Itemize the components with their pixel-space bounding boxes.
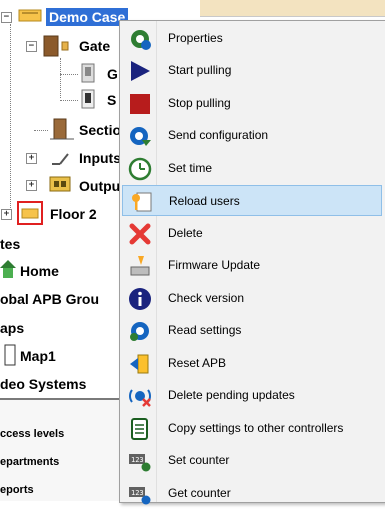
menu-item-label: Read settings [168,323,242,337]
menu-item-check-version[interactable]: Check version [122,283,382,314]
copy-doc-icon [131,418,148,440]
counter-get-icon: 123 [129,487,151,505]
menu-item-delete[interactable]: Delete [122,218,382,249]
gear-read-icon [130,322,149,341]
tree-line [60,100,78,101]
menu-item-label: Properties [168,31,223,45]
firmware-icon [130,256,150,276]
tree-item-floor-2[interactable]: Floor 2 [50,206,97,222]
menu-item-reset-apb[interactable]: Reset APB [122,348,382,379]
tree-item-sections[interactable]: Sectio [79,122,121,138]
menu-item-read-settings[interactable]: Read settings [122,315,382,346]
menu-item-stop-pulling[interactable]: Stop pulling [122,88,382,119]
menu-item-delete-pending-updates[interactable]: Delete pending updates [122,380,382,411]
menu-item-label: Delete [168,226,203,240]
menu-item-label: Reset APB [168,356,227,370]
tree-item-map1[interactable]: Map1 [20,348,56,364]
home-icon [0,260,16,278]
floor-plan-icon [18,9,42,22]
menu-item-label: Get counter [168,486,231,500]
tree-line [10,24,11,214]
info-icon [129,288,151,310]
reader-icon [81,63,95,83]
menu-item-start-pulling[interactable]: Start pulling [122,55,382,86]
navigation-pane: ccess levels epartments eports [0,400,120,501]
nav-access-levels[interactable]: ccess levels [0,428,64,440]
menu-item-firmware-update[interactable]: Firmware Update [122,250,382,281]
menu-item-label: Delete pending updates [168,388,295,402]
svg-text:123: 123 [131,456,144,464]
reader-icon [81,89,95,109]
tree-item-inputs[interactable]: Inputs [79,150,121,166]
menu-item-properties[interactable]: Properties [122,23,382,54]
section-sites: tes [0,236,21,252]
collapse-toggle[interactable]: − [1,12,12,23]
menu-item-label: Check version [168,291,245,305]
expand-toggle[interactable]: + [1,209,12,220]
stop-icon [130,94,150,114]
tree-item-home[interactable]: Home [20,263,59,279]
play-icon [131,61,150,81]
gear-send-icon [130,127,151,146]
section-door-icon [50,118,74,140]
menu-item-label: Set counter [168,453,230,467]
nav-reports[interactable]: eports [0,484,34,496]
menu-item-set-counter[interactable]: 123 Set counter [122,445,382,476]
menu-item-label: Set time [168,161,213,175]
menu-item-label: Reload users [169,194,240,208]
nav-departments[interactable]: epartments [0,456,59,468]
expand-toggle[interactable]: + [26,153,37,164]
floor-plan-icon [17,201,43,225]
key-card-icon [132,192,152,212]
collapse-toggle[interactable]: − [26,41,37,52]
menu-item-set-time[interactable]: Set time [122,153,382,184]
counter-set-icon: 123 [129,454,151,472]
tree-line [60,74,78,75]
tree-line [34,130,48,131]
tree-root-demo-case[interactable]: Demo Case [46,8,129,26]
input-switch-icon [52,153,69,165]
tree-item-gate[interactable]: Gate [79,38,110,54]
output-relay-icon [49,176,71,192]
svg-text:123: 123 [131,489,144,497]
menu-item-label: Firmware Update [168,258,261,272]
clock-icon [128,157,152,181]
tree-item-gate-child-2[interactable]: S [107,92,116,108]
expand-toggle[interactable]: + [26,180,37,191]
map-icon [4,344,16,366]
menu-item-get-counter[interactable]: 123 Get counter [122,478,382,509]
menu-item-label: Copy settings to other controllers [168,421,344,435]
menu-item-send-configuration[interactable]: Send configuration [122,120,382,151]
menu-item-copy-settings[interactable]: Copy settings to other controllers [122,413,382,444]
section-maps: aps [0,320,25,336]
tree-item-gate-child-1[interactable]: G [107,66,118,82]
background-grid-header [200,0,385,17]
pending-delete-icon [129,389,151,407]
section-global-apb[interactable]: obal APB Grou [0,291,99,307]
menu-item-label: Start pulling [168,63,232,77]
menu-item-label: Stop pulling [168,96,231,110]
menu-item-reload-users[interactable]: Reload users [122,185,382,216]
gear-icon [131,30,151,50]
context-menu: Properties Start pulling Stop pulling Se… [119,20,385,505]
menu-item-label: Send configuration [168,128,269,142]
section-video-systems[interactable]: deo Systems [0,376,86,392]
reset-apb-icon [130,354,149,374]
tree-line [60,58,61,98]
gate-door-icon [43,35,69,57]
tree-item-outputs[interactable]: Outpu [79,178,120,194]
delete-x-icon [129,223,151,245]
